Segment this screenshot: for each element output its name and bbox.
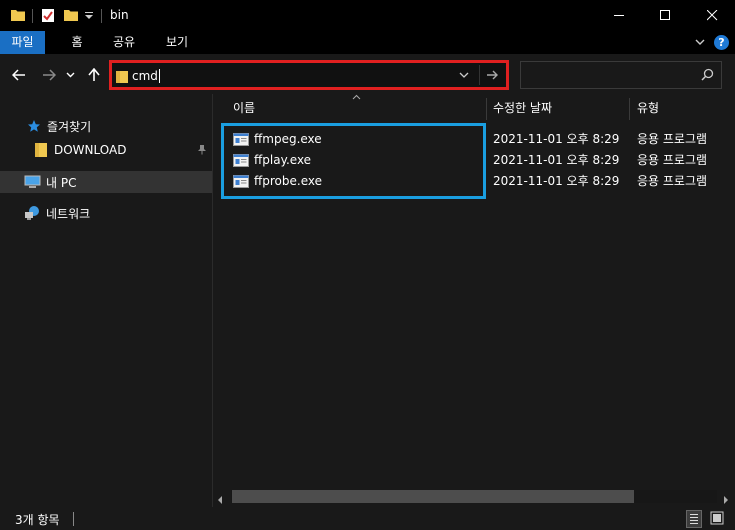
folder-icon xyxy=(115,69,129,87)
customize-toolbar-icon[interactable] xyxy=(85,9,93,24)
arrow-right-icon xyxy=(43,69,56,81)
help-icon[interactable]: ? xyxy=(714,35,729,50)
file-type: 응용 프로그램 xyxy=(637,174,708,188)
nav-item-label: 네트워크 xyxy=(46,206,91,221)
large-icons-view-button[interactable] xyxy=(710,510,724,526)
chevron-down-icon xyxy=(66,72,74,78)
column-header-type[interactable]: 유형 xyxy=(637,94,727,122)
column-divider[interactable] xyxy=(486,98,487,120)
nav-item-label: DOWNLOAD xyxy=(54,143,127,157)
address-bar[interactable] xyxy=(109,60,509,90)
maximize-icon xyxy=(659,10,670,20)
navigation-pane: 즐겨찾기 DOWNLOAD 내 PC 네트워크 xyxy=(0,94,212,507)
nav-item-download[interactable]: DOWNLOAD xyxy=(0,139,212,161)
scrollbar-thumb[interactable] xyxy=(232,490,634,503)
window-title: bin xyxy=(110,8,129,22)
back-button[interactable] xyxy=(9,66,29,84)
forward-button[interactable] xyxy=(39,66,59,84)
files-highlight-box xyxy=(221,123,486,199)
nav-item-label: 즐겨찾기 xyxy=(47,119,92,134)
details-view-button[interactable] xyxy=(686,510,702,528)
divider xyxy=(479,65,480,85)
up-button[interactable] xyxy=(84,66,104,84)
nav-item-quick-access[interactable]: 즐겨찾기 xyxy=(0,115,212,137)
column-divider[interactable] xyxy=(629,98,630,120)
column-header-modified[interactable]: 수정한 날짜 xyxy=(493,94,628,122)
arrow-left-icon xyxy=(12,69,25,81)
file-modified: 2021-11-01 오후 8:29 xyxy=(493,132,620,146)
tab-home[interactable]: 홈 xyxy=(62,31,92,54)
item-count: 3개 항목 xyxy=(15,513,60,527)
pin-icon[interactable] xyxy=(197,144,207,158)
details-view-icon xyxy=(690,514,698,524)
tab-view[interactable]: 보기 xyxy=(157,31,197,54)
divider xyxy=(73,512,74,526)
folder-icon[interactable] xyxy=(10,8,26,25)
star-icon xyxy=(27,119,41,136)
properties-icon[interactable] xyxy=(41,8,55,26)
address-dropdown-button[interactable] xyxy=(453,66,475,84)
arrow-right-icon xyxy=(487,70,498,80)
divider xyxy=(101,9,102,23)
tab-file[interactable]: 파일 xyxy=(0,31,45,54)
close-button[interactable] xyxy=(689,0,735,31)
recent-locations-button[interactable] xyxy=(63,66,77,84)
divider xyxy=(32,9,33,23)
search-icon[interactable] xyxy=(701,68,714,84)
minimize-icon xyxy=(613,15,624,16)
nav-item-label: 내 PC xyxy=(46,175,77,190)
large-icons-view-icon xyxy=(710,511,724,525)
network-icon xyxy=(24,205,41,224)
file-modified: 2021-11-01 오후 8:29 xyxy=(493,174,620,188)
computer-icon xyxy=(24,175,41,192)
maximize-button[interactable] xyxy=(642,0,688,31)
column-header-name[interactable]: 이름 xyxy=(233,94,483,122)
ribbon-tabs: 파일 홈 공유 보기 ? xyxy=(0,31,735,54)
status-bar: 3개 항목 xyxy=(0,507,735,530)
file-type: 응용 프로그램 xyxy=(637,132,708,146)
address-input[interactable] xyxy=(132,67,432,85)
arrow-up-icon xyxy=(88,68,100,81)
search-box[interactable] xyxy=(520,61,722,89)
new-folder-icon[interactable] xyxy=(63,8,79,25)
go-button[interactable] xyxy=(482,66,504,84)
text-caret xyxy=(159,69,160,83)
tab-share[interactable]: 공유 xyxy=(104,31,144,54)
scroll-right-icon[interactable] xyxy=(723,493,729,507)
file-type: 응용 프로그램 xyxy=(637,153,708,167)
chevron-down-icon xyxy=(459,72,469,78)
scroll-left-icon[interactable] xyxy=(217,493,223,507)
nav-item-network[interactable]: 네트워크 xyxy=(0,202,212,224)
folder-icon xyxy=(34,142,48,161)
file-modified: 2021-11-01 오후 8:29 xyxy=(493,153,620,167)
close-icon xyxy=(706,10,717,21)
expand-ribbon-icon[interactable] xyxy=(694,36,706,51)
horizontal-scrollbar[interactable] xyxy=(213,487,735,507)
minimize-button[interactable] xyxy=(596,0,642,31)
title-bar: bin xyxy=(0,0,735,31)
nav-item-this-pc[interactable]: 내 PC xyxy=(0,171,212,193)
